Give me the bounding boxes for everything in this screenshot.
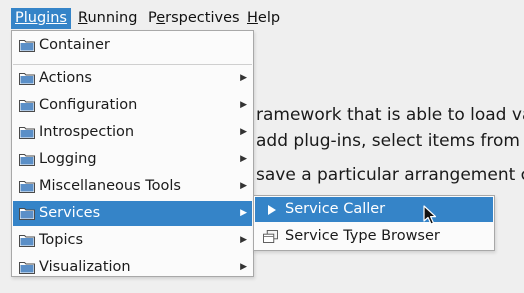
submenu-item-service-caller[interactable]: Service Caller [255, 197, 493, 222]
menu-item-visualization[interactable]: Visualization ▶ [13, 255, 252, 280]
submenu-arrow-icon: ▶ [240, 208, 247, 218]
submenu-arrow-icon: ▶ [240, 127, 247, 137]
plugins-dropdown-menu: Container Actions ▶ Configuration ▶ Introspec… [11, 30, 254, 277]
submenu-item-label: Service Type Browser [285, 228, 440, 244]
folder-icon [19, 262, 35, 274]
folder-icon [19, 40, 35, 52]
submenu-arrow-icon: ▶ [240, 235, 247, 245]
menu-item-actions[interactable]: Actions ▶ [13, 66, 252, 91]
mouse-cursor-icon [423, 205, 437, 225]
menu-item-label: Container [39, 37, 110, 53]
folder-icon [19, 73, 35, 85]
folder-icon [19, 100, 35, 112]
menu-separator [13, 64, 252, 65]
submenu-arrow-icon: ▶ [240, 154, 247, 164]
menu-item-label: Logging [39, 151, 97, 167]
intro-text-line-1: ramework that is able to load va [256, 105, 524, 125]
intro-text-line-2: add plug-ins, select items from t [256, 131, 524, 151]
menu-running[interactable]: Running [74, 8, 141, 29]
menu-perspectives-label-start: P [148, 10, 157, 26]
menu-item-logging[interactable]: Logging ▶ [13, 147, 252, 172]
menu-item-container[interactable]: Container [13, 33, 252, 58]
folder-icon [19, 208, 35, 220]
menu-perspectives-label: rspectives [165, 10, 240, 26]
submenu-arrow-icon: ▶ [240, 100, 247, 110]
menu-plugins-label: Plugins [15, 10, 67, 26]
menu-item-label: Miscellaneous Tools [39, 178, 181, 194]
submenu-arrow-icon: ▶ [240, 181, 247, 191]
menu-perspectives-mnemonic: e [156, 10, 166, 26]
intro-text-line-3: save a particular arrangement c [256, 165, 524, 185]
menu-item-topics[interactable]: Topics ▶ [13, 228, 252, 253]
menu-item-label: Introspection [39, 124, 135, 140]
menu-help[interactable]: Help [243, 8, 284, 29]
window-icon [263, 230, 278, 243]
menu-item-label: Actions [39, 70, 92, 86]
services-submenu: Service Caller Service Type Browser [253, 195, 495, 251]
folder-icon [19, 235, 35, 247]
menu-help-label: elp [257, 10, 281, 26]
menu-perspectives[interactable]: Perspectives [144, 8, 244, 29]
submenu-arrow-icon: ▶ [240, 73, 247, 83]
submenu-item-label: Service Caller [285, 201, 386, 217]
menu-item-services[interactable]: Services ▶ [13, 201, 252, 226]
folder-icon [19, 181, 35, 193]
play-icon [268, 205, 276, 215]
menu-plugins[interactable]: Plugins [11, 8, 71, 29]
menu-item-label: Topics [39, 232, 84, 248]
menu-item-label: Configuration [39, 97, 138, 113]
folder-icon [19, 127, 35, 139]
menu-item-label: Services [39, 205, 101, 221]
submenu-item-service-type-browser[interactable]: Service Type Browser [255, 224, 493, 249]
submenu-arrow-icon: ▶ [240, 262, 247, 272]
menu-item-label: Visualization [39, 259, 131, 275]
menu-item-introspection[interactable]: Introspection ▶ [13, 120, 252, 145]
menu-help-mnemonic: H [247, 10, 258, 26]
menu-running-label: unning [87, 10, 138, 26]
menu-item-miscellaneous-tools[interactable]: Miscellaneous Tools ▶ [13, 174, 252, 199]
folder-icon [19, 154, 35, 166]
menu-item-configuration[interactable]: Configuration ▶ [13, 93, 252, 118]
